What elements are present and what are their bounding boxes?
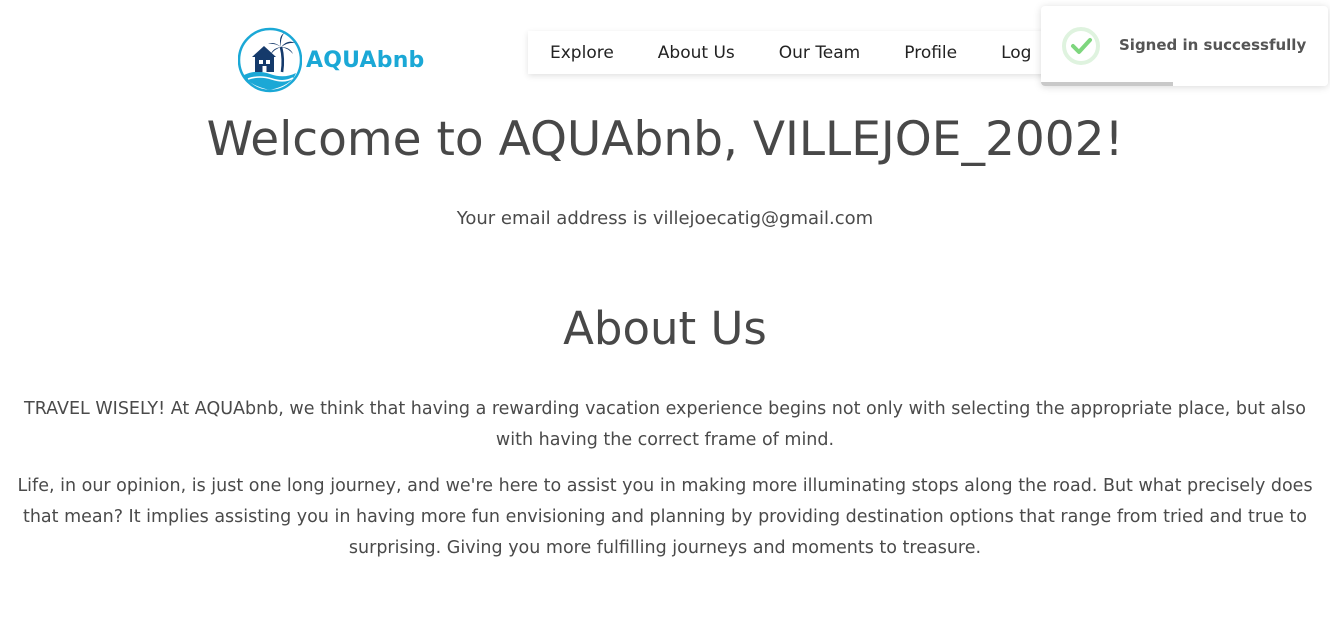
nav-item-about-us[interactable]: About Us xyxy=(658,43,735,63)
brand-logo[interactable]: AQUAbnb xyxy=(238,27,425,93)
page: AQUAbnb Explore About Us Our Team Profil… xyxy=(0,0,1330,632)
beach-house-palm-logo-icon xyxy=(238,27,302,93)
check-circle-icon xyxy=(1062,27,1100,65)
about-paragraph-1: TRAVEL WISELY! At AQUAbnb, we think that… xyxy=(24,399,1306,450)
email-address-text: Your email address is villejoecatig@gmai… xyxy=(456,208,874,229)
brand-name: AQUAbnb xyxy=(306,47,425,73)
about-paragraph-2: Life, in our opinion, is just one long j… xyxy=(17,476,1313,558)
toast-progress-track xyxy=(1041,82,1328,86)
nav-item-profile[interactable]: Profile xyxy=(904,43,957,63)
toast-message: Signed in successfully xyxy=(1119,36,1307,54)
about-us-heading: About Us xyxy=(563,302,767,355)
signin-toast[interactable]: Signed in successfully xyxy=(1041,6,1328,86)
welcome-heading: Welcome to AQUAbnb, VILLEJOE_2002! xyxy=(206,112,1124,167)
nav-item-our-team[interactable]: Our Team xyxy=(779,43,860,63)
toast-progress-bar xyxy=(1041,82,1174,86)
nav-item-explore[interactable]: Explore xyxy=(550,43,614,63)
nav-item-logout[interactable]: Log xyxy=(1001,43,1031,63)
main-nav: Explore About Us Our Team Profile Log xyxy=(528,31,1088,74)
